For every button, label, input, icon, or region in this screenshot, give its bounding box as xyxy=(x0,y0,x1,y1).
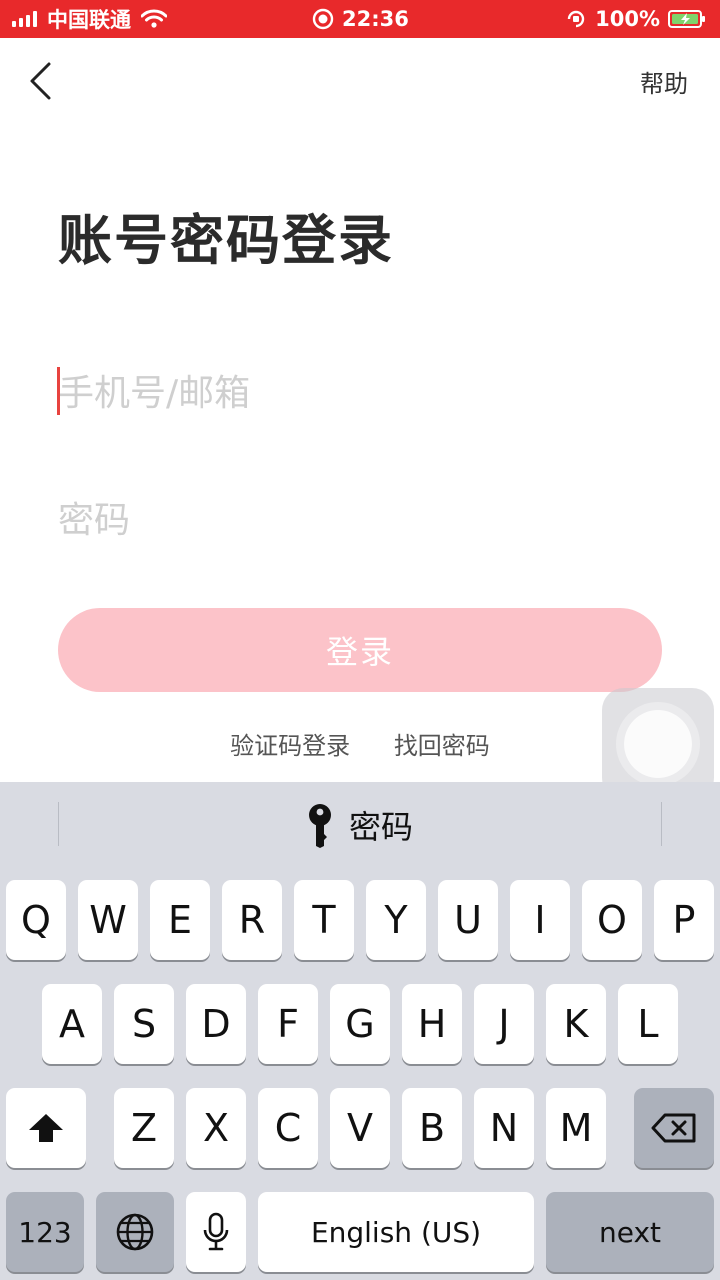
key-y[interactable]: Y xyxy=(366,880,426,960)
page-title: 账号密码登录 xyxy=(58,209,394,272)
key-h[interactable]: H xyxy=(402,984,462,1064)
globe-key[interactable] xyxy=(96,1192,174,1272)
backspace-icon xyxy=(651,1113,696,1143)
shift-key[interactable] xyxy=(6,1088,86,1168)
key-g[interactable]: G xyxy=(330,984,390,1064)
wifi-icon xyxy=(141,9,167,28)
key-v[interactable]: V xyxy=(330,1088,390,1168)
signal-icon xyxy=(12,11,37,27)
key-p[interactable]: P xyxy=(654,880,714,960)
microphone-icon xyxy=(203,1212,229,1251)
key-q[interactable]: Q xyxy=(6,880,66,960)
delete-key[interactable] xyxy=(634,1088,714,1168)
battery-charging-icon xyxy=(668,10,705,28)
password-input[interactable] xyxy=(58,490,662,550)
keyboard: 密码 Q W E R T Y U I O P A S D F G H J K L… xyxy=(0,782,720,1280)
key-x[interactable]: X xyxy=(186,1088,246,1168)
key-t[interactable]: T xyxy=(294,880,354,960)
key-f[interactable]: F xyxy=(258,984,318,1064)
key-d[interactable]: D xyxy=(186,984,246,1064)
suggestion-label: 密码 xyxy=(348,808,413,846)
password-autofill-suggestion[interactable]: 密码 xyxy=(0,782,720,868)
globe-icon xyxy=(116,1213,154,1251)
battery-percent: 100% xyxy=(595,7,660,31)
key-m[interactable]: M xyxy=(546,1088,606,1168)
key-a[interactable]: A xyxy=(42,984,102,1064)
code-login-link[interactable]: 验证码登录 xyxy=(230,732,350,760)
key-o[interactable]: O xyxy=(582,880,642,960)
key-icon xyxy=(308,804,331,848)
shift-arrow-icon xyxy=(29,1114,63,1142)
numbers-key[interactable]: 123 xyxy=(6,1192,84,1272)
suggestion-bar: 密码 xyxy=(0,782,720,868)
phone-email-input[interactable] xyxy=(58,363,662,423)
key-j[interactable]: J xyxy=(474,984,534,1064)
key-w[interactable]: W xyxy=(78,880,138,960)
login-button[interactable]: 登录 xyxy=(58,608,662,692)
record-icon xyxy=(312,8,334,30)
key-e[interactable]: E xyxy=(150,880,210,960)
key-s[interactable]: S xyxy=(114,984,174,1064)
key-b[interactable]: B xyxy=(402,1088,462,1168)
key-z[interactable]: Z xyxy=(114,1088,174,1168)
key-n[interactable]: N xyxy=(474,1088,534,1168)
help-link[interactable]: 帮助 xyxy=(640,64,688,99)
key-i[interactable]: I xyxy=(510,880,570,960)
assistive-touch-dot xyxy=(624,710,692,778)
space-key[interactable]: English (US) xyxy=(258,1192,534,1272)
rotation-lock-icon xyxy=(567,10,585,28)
back-button[interactable] xyxy=(22,58,62,104)
status-bar: 中国联通 22:36 100% xyxy=(0,0,720,38)
clock: 22:36 xyxy=(342,7,409,31)
microphone-key[interactable] xyxy=(186,1192,246,1272)
text-caret xyxy=(57,367,60,415)
key-k[interactable]: K xyxy=(546,984,606,1064)
key-c[interactable]: C xyxy=(258,1088,318,1168)
chevron-left-icon xyxy=(30,62,51,100)
key-r[interactable]: R xyxy=(222,880,282,960)
key-u[interactable]: U xyxy=(438,880,498,960)
find-password-link[interactable]: 找回密码 xyxy=(394,732,490,760)
key-l[interactable]: L xyxy=(618,984,678,1064)
carrier-name: 中国联通 xyxy=(47,8,131,32)
next-key[interactable]: next xyxy=(546,1192,714,1272)
